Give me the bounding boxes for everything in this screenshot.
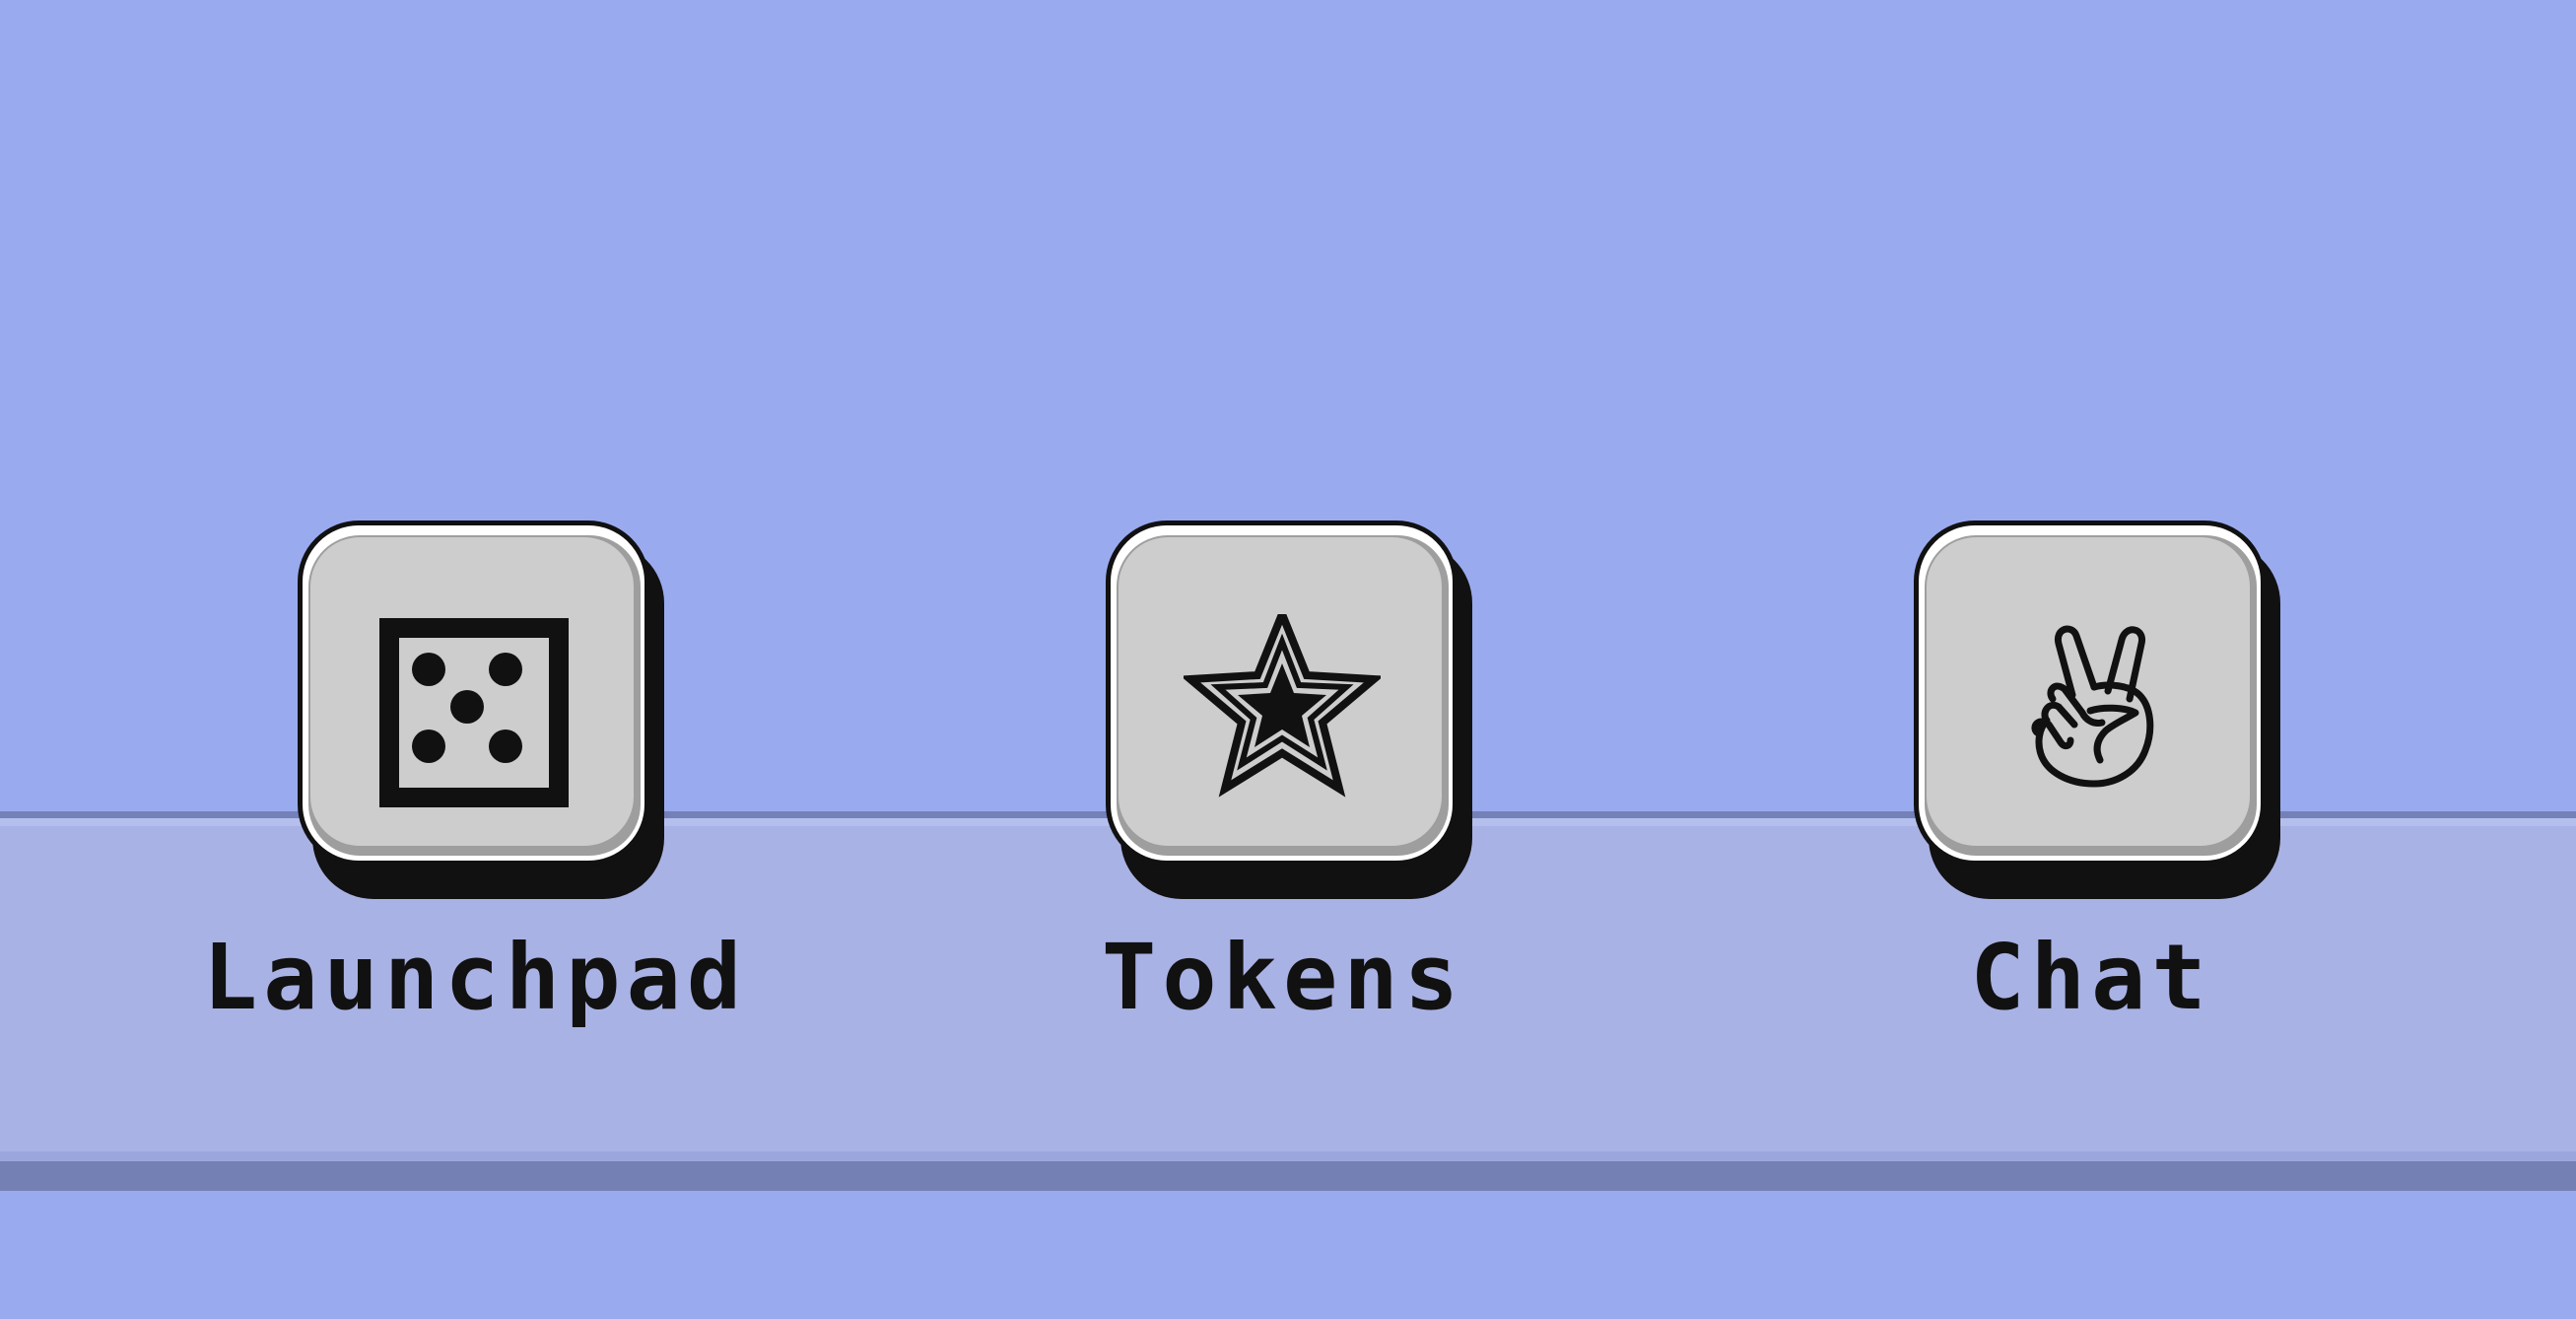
launchpad-label: Launchpad xyxy=(202,925,748,1030)
key-outline xyxy=(1914,521,2266,866)
shelf-bottom-edge xyxy=(0,1161,2576,1191)
chat-app-button[interactable] xyxy=(1914,521,2280,899)
tokens-label: Tokens xyxy=(1101,925,1465,1030)
tokens-app-button[interactable] xyxy=(1106,521,1472,899)
key-outline xyxy=(1106,521,1457,866)
dice-five-icon xyxy=(379,618,569,807)
launchpad-app-button[interactable] xyxy=(298,521,664,899)
shelf-bottom-highlight xyxy=(0,1151,2576,1161)
peace-hand-icon xyxy=(2031,625,2154,788)
key-outline xyxy=(298,521,649,866)
chat-label: Chat xyxy=(1970,925,2212,1030)
star-icon xyxy=(1184,614,1381,798)
